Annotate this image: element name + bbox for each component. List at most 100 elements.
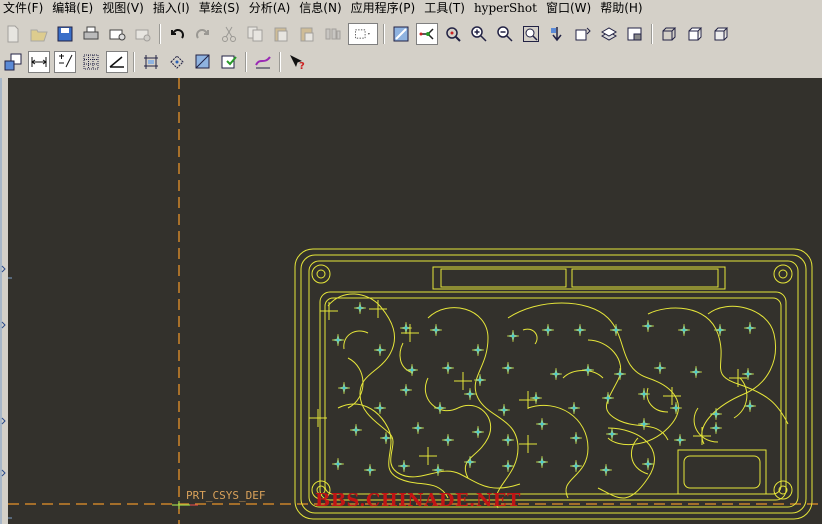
datum-axis-icon[interactable] [166,51,188,73]
menu-help[interactable]: 帮助(H) [597,0,648,16]
feature-point-marker [497,403,511,417]
feature-point-marker [529,391,543,405]
menu-info[interactable]: 信息(N) [296,0,347,16]
feature-point-marker [501,361,515,375]
menu-view[interactable]: 视图(V) [99,0,150,16]
menu-sketch[interactable]: 草绘(S) [196,0,246,16]
toolbar-separator [133,52,135,72]
hidden-line-icon[interactable] [684,23,706,45]
refit-icon[interactable] [520,23,542,45]
tolerance-toggle-icon[interactable] [54,51,76,73]
menu-insert[interactable]: 插入(I) [150,0,196,16]
feature-point-marker [689,365,703,379]
feature-point-marker [541,323,555,337]
feature-point-marker [673,433,687,447]
dimension-toggle-icon[interactable] [28,51,50,73]
feature-point-marker [411,421,425,435]
reference-crosshair [419,447,437,465]
left-panel-edge [0,78,8,524]
datum-toolbar: ? [0,49,822,75]
saved-views-icon[interactable] [572,23,594,45]
feature-point-marker [441,433,455,447]
feature-point-marker [441,361,455,375]
print-icon[interactable] [80,23,102,45]
undo-icon[interactable] [166,23,188,45]
feature-point-marker [713,323,727,337]
menu-tools[interactable]: 工具(T) [421,0,471,16]
feature-point-marker [653,361,667,375]
feature-point-marker [573,323,587,337]
menu-bar: 文件(F) 编辑(E) 视图(V) 插入(I) 草绘(S) 分析(A) 信息(N… [0,0,822,16]
menu-applications[interactable]: 应用程序(P) [348,0,422,16]
feature-point-marker [549,367,563,381]
feature-point-marker [535,455,549,469]
menu-analysis[interactable]: 分析(A) [246,0,297,16]
feature-point-marker [535,417,549,431]
grid-icon[interactable] [80,51,102,73]
menu-hypershot[interactable]: hyperShot [471,0,543,16]
no-hidden-icon[interactable] [710,23,732,45]
feature-point-marker [397,459,411,473]
menu-file[interactable]: 文件(F) [0,0,49,16]
graphics-window[interactable] [8,78,822,524]
feature-point-marker [331,457,345,471]
reference-crosshair [369,300,387,318]
feature-point-marker [506,329,520,343]
feature-point-marker [331,333,345,347]
feature-point-marker [373,343,387,357]
menu-window[interactable]: 窗口(W) [543,0,597,16]
csys-icon[interactable] [218,51,240,73]
paste-special-icon[interactable] [296,23,318,45]
datum-toggle-icon[interactable] [106,51,128,73]
feature-point-marker [613,367,627,381]
feature-point-marker [399,383,413,397]
datum-plane-icon[interactable] [140,51,162,73]
feature-point-marker [601,391,615,405]
feature-point-marker [709,407,723,421]
repaint-icon[interactable] [390,23,412,45]
redo-icon[interactable] [192,23,214,45]
view-manager-icon[interactable] [624,23,646,45]
feature-point-marker [471,343,485,357]
feature-point-marker [433,401,447,415]
csys-marker [172,501,198,509]
regenerate-icon[interactable] [322,23,344,45]
feature-point-marker [501,433,515,447]
datum-point-icon[interactable] [192,51,214,73]
paste-icon[interactable] [270,23,292,45]
analysis-tool-icon[interactable] [252,51,274,73]
part-outline [294,248,813,520]
reorient-icon[interactable] [546,23,568,45]
orient-mode-icon[interactable] [442,23,464,45]
open-file-icon[interactable] [28,23,50,45]
toolbar-separator [279,52,281,72]
feature-point-marker [471,425,485,439]
wireframe-icon[interactable] [658,23,680,45]
menu-edit[interactable]: 编辑(E) [49,0,99,16]
send-mail-icon[interactable] [106,23,128,45]
save-icon[interactable] [54,23,76,45]
feature-point-marker [743,321,757,335]
feature-point-marker [581,363,595,377]
reference-crosshair [693,427,711,445]
reference-crosshair [401,324,419,342]
select-box-icon[interactable] [348,23,378,45]
model-tree-icon[interactable] [2,51,24,73]
cut-icon[interactable] [218,23,240,45]
feature-point-marker [641,319,655,333]
main-toolbar [0,21,822,47]
context-help-icon[interactable]: ? [286,51,308,73]
toolbar-separator [383,24,385,44]
zoom-out-icon[interactable] [494,23,516,45]
feature-point-marker [569,431,583,445]
feature-point-marker [637,387,651,401]
feature-point-marker [363,463,377,477]
new-file-icon[interactable] [2,23,24,45]
feature-point-marker [609,323,623,337]
spin-center-icon[interactable] [416,23,438,45]
mail-recipient-icon[interactable] [132,23,154,45]
feature-point-marker [677,323,691,337]
zoom-in-icon[interactable] [468,23,490,45]
layers-icon[interactable] [598,23,620,45]
copy-icon[interactable] [244,23,266,45]
